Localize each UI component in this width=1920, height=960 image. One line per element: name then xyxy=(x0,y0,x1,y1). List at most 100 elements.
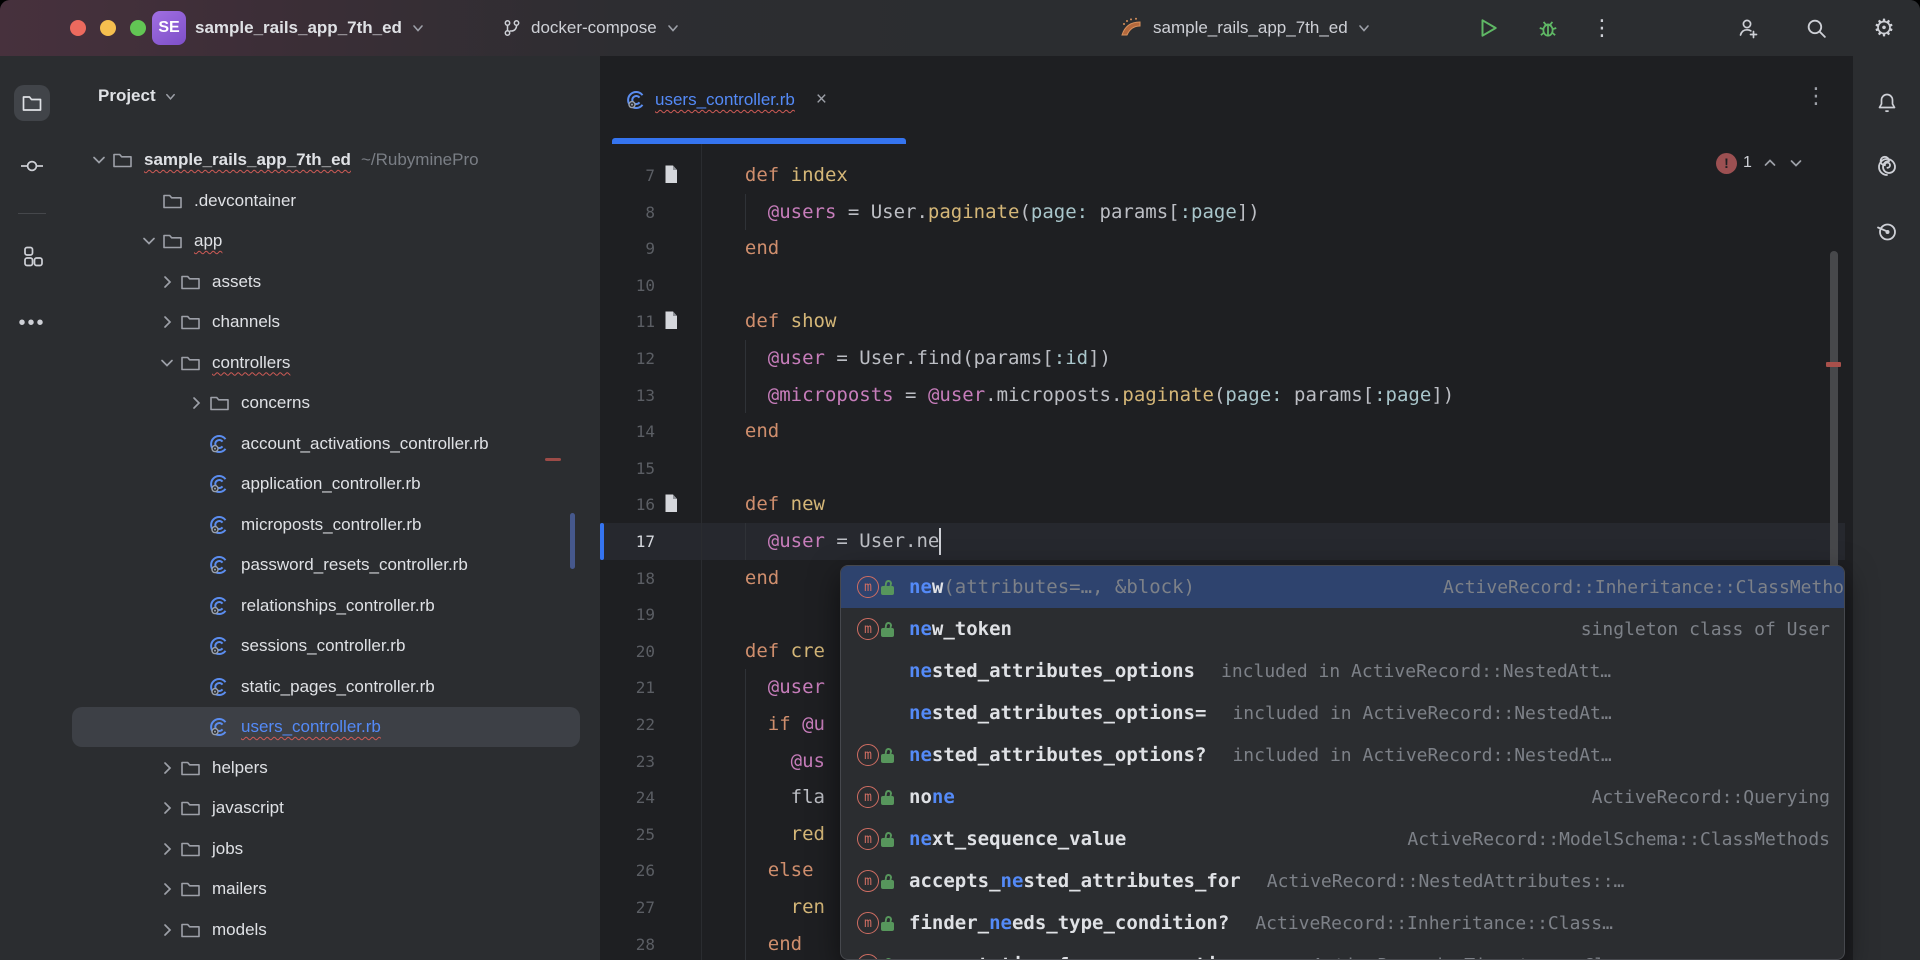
chevron-right-icon[interactable] xyxy=(183,394,209,412)
chevron-down-icon[interactable] xyxy=(154,354,180,372)
line-number[interactable]: 27 xyxy=(600,889,655,926)
line-number[interactable]: 20 xyxy=(600,633,655,670)
tree-item[interactable]: assets xyxy=(64,262,601,302)
tree-item[interactable]: app xyxy=(64,221,601,261)
line-number[interactable]: 13 xyxy=(600,377,655,414)
tree-item[interactable]: .devcontainer xyxy=(64,181,601,221)
completion-name: next_sequence_value xyxy=(909,828,1126,850)
commit-tool-button[interactable] xyxy=(14,148,50,184)
completion-item[interactable]: maccepts_nested_attributes_forActiveReco… xyxy=(841,860,1844,902)
rails-icon xyxy=(1118,16,1144,40)
tree-item[interactable]: password_resets_controller.rb xyxy=(64,545,601,585)
completion-item[interactable]: mfinder_needs_type_condition?ActiveRecor… xyxy=(841,902,1844,944)
completion-item[interactable]: mnew_tokensingleton class of User xyxy=(841,608,1844,650)
line-number[interactable]: 17 xyxy=(600,523,655,560)
line-number[interactable]: 11 xyxy=(600,303,655,340)
run-button[interactable] xyxy=(1472,12,1504,44)
completion-item[interactable]: nested_attributes_options=included in Ac… xyxy=(841,692,1844,734)
vcs-widget[interactable]: docker-compose xyxy=(502,0,680,56)
tree-item[interactable]: account_activations_controller.rb xyxy=(64,424,601,464)
structure-tool-button[interactable] xyxy=(14,238,50,274)
tree-item[interactable]: mailers xyxy=(64,869,601,909)
line-number[interactable]: 10 xyxy=(600,267,655,304)
line-number[interactable]: 15 xyxy=(600,450,655,487)
line-number[interactable]: 9 xyxy=(600,230,655,267)
close-icon[interactable]: × xyxy=(816,89,827,111)
chevron-right-icon[interactable] xyxy=(154,880,180,898)
project-widget[interactable]: SE sample_rails_app_7th_ed xyxy=(152,0,425,56)
tree-item[interactable]: models xyxy=(64,910,601,950)
panel-scrollbar-thumb[interactable] xyxy=(570,513,575,569)
line-number[interactable]: 24 xyxy=(600,779,655,816)
run-configuration-widget[interactable]: sample_rails_app_7th_ed xyxy=(1118,0,1371,56)
chevron-right-icon[interactable] xyxy=(154,759,180,777)
ai-assistant-button[interactable] xyxy=(1869,149,1905,185)
line-number[interactable]: 28 xyxy=(600,926,655,960)
tree-item[interactable]: channels xyxy=(64,302,601,342)
tab-users-controller[interactable]: users_controller.rb × xyxy=(612,56,906,144)
project-tool-button[interactable] xyxy=(14,85,50,121)
debug-button[interactable] xyxy=(1532,12,1564,44)
code-text: if @u xyxy=(722,706,825,743)
more-run-actions-button[interactable]: ⋮ xyxy=(1586,12,1618,44)
tree-item[interactable]: jobs xyxy=(64,829,601,869)
chevron-right-icon[interactable] xyxy=(154,313,180,331)
minimize-button[interactable] xyxy=(100,20,116,36)
line-number[interactable]: 19 xyxy=(600,596,655,633)
tree-item[interactable]: application_controller.rb xyxy=(64,464,601,504)
completion-item[interactable]: mnested_attributes_options?included in A… xyxy=(841,734,1844,776)
tree-item-label: users_controller.rb xyxy=(241,717,381,737)
tree-item[interactable]: sessions_controller.rb xyxy=(64,626,601,666)
search-button[interactable] xyxy=(1800,12,1832,44)
tree-item[interactable]: users_controller.rb xyxy=(64,707,601,747)
line-number[interactable]: 25 xyxy=(600,816,655,853)
chevron-right-icon[interactable] xyxy=(154,799,180,817)
tree-item[interactable]: controllers xyxy=(64,343,601,383)
completion-item[interactable]: mnext_sequence_valueActiveRecord::ModelS… xyxy=(841,818,1844,860)
services-button[interactable] xyxy=(1869,214,1905,250)
code-line: 7 def index xyxy=(600,157,1852,194)
line-number[interactable]: 21 xyxy=(600,669,655,706)
zoom-button[interactable] xyxy=(130,20,146,36)
line-number[interactable]: 22 xyxy=(600,706,655,743)
line-number[interactable]: 8 xyxy=(600,194,655,231)
completion-item[interactable]: nested_attributes_optionsincluded in Act… xyxy=(841,650,1844,692)
chevron-right-icon[interactable] xyxy=(154,273,180,291)
chevron-down-icon[interactable] xyxy=(136,232,162,250)
notifications-button[interactable] xyxy=(1869,85,1905,121)
more-tool-windows-button[interactable]: ••• xyxy=(14,305,50,341)
rails-action-gutter-icon[interactable] xyxy=(663,493,679,514)
line-number[interactable]: 26 xyxy=(600,852,655,889)
tree-item[interactable]: javascript xyxy=(64,788,601,828)
line-number[interactable]: 16 xyxy=(600,486,655,523)
close-button[interactable] xyxy=(70,20,86,36)
line-number[interactable]: 23 xyxy=(600,743,655,780)
rails-action-gutter-icon[interactable] xyxy=(663,164,679,185)
project-panel-header[interactable]: Project xyxy=(98,86,177,106)
chevron-down-icon[interactable] xyxy=(86,151,112,169)
completion-item[interactable]: mnew(attributes=…, &block)ActiveRecord::… xyxy=(841,566,1844,608)
completion-item[interactable]: mnoneActiveRecord::Querying xyxy=(841,776,1844,818)
tab-options-kebab-icon[interactable]: ⋮ xyxy=(1805,84,1827,109)
folder-icon xyxy=(21,93,43,113)
chevron-right-icon[interactable] xyxy=(154,840,180,858)
tree-item[interactable]: concerns xyxy=(64,383,601,423)
settings-gear-icon[interactable]: ⚙ xyxy=(1868,12,1900,44)
completion-origin: ActiveRecord::Timestamp::Cl… xyxy=(1313,955,1616,960)
line-number[interactable]: 12 xyxy=(600,340,655,377)
tree-item[interactable]: static_pages_controller.rb xyxy=(64,667,601,707)
tree-item[interactable]: relationships_controller.rb xyxy=(64,586,601,626)
add-user-button[interactable] xyxy=(1732,12,1764,44)
method-icon: m xyxy=(857,912,881,934)
rails-action-gutter-icon[interactable] xyxy=(663,310,679,331)
chevron-right-icon[interactable] xyxy=(154,921,180,939)
line-number[interactable]: 14 xyxy=(600,413,655,450)
line-number[interactable]: 7 xyxy=(600,157,655,194)
completion-item[interactable]: msupport_time_from_proper_timezoneActive… xyxy=(841,944,1844,960)
tree-item-label: sessions_controller.rb xyxy=(241,636,405,656)
line-number[interactable]: 18 xyxy=(600,560,655,597)
tree-item[interactable]: microposts_controller.rb xyxy=(64,505,601,545)
tree-item[interactable]: helpers xyxy=(64,748,601,788)
completion-name: finder_needs_type_condition? xyxy=(909,912,1229,934)
tree-item[interactable]: sample_rails_app_7th_ed~/RubyminePro xyxy=(64,140,601,180)
